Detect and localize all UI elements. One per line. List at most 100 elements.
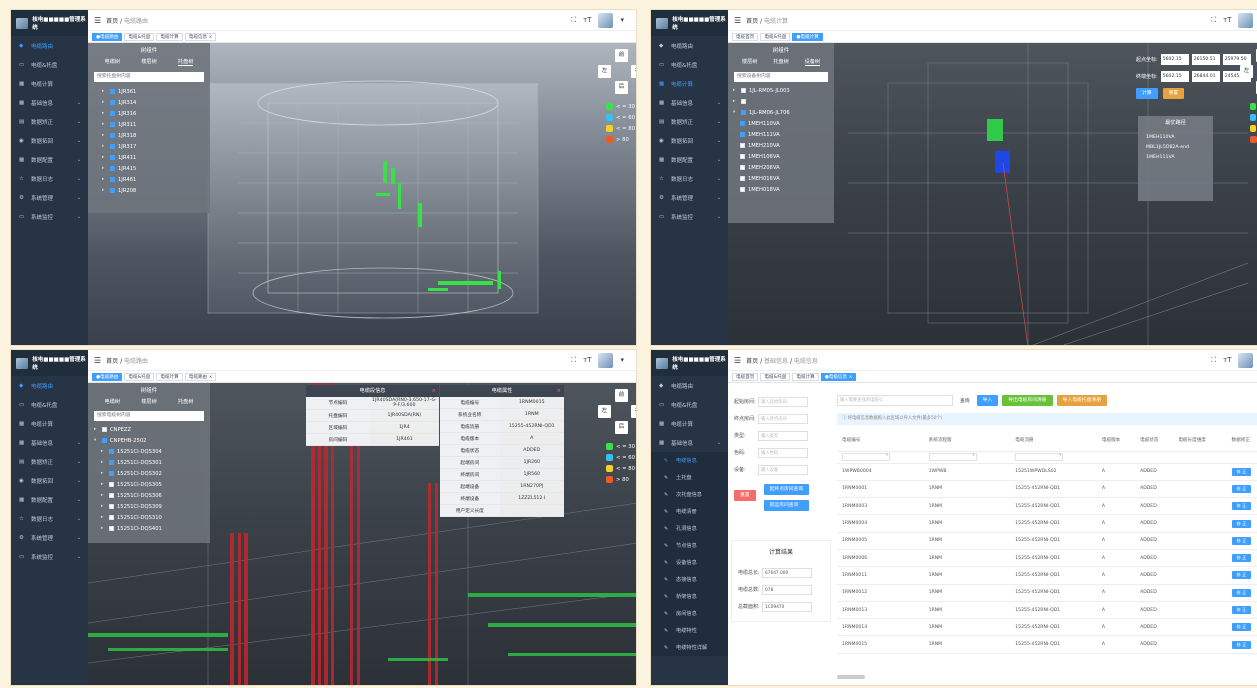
- view-back-button[interactable]: 后: [615, 421, 628, 434]
- reset-button[interactable]: 重置: [1162, 88, 1185, 99]
- tree-node[interactable]: ▸ 15251CI-DQS401: [101, 523, 210, 534]
- nav-item[interactable]: ▦ 数据配置 ⌄: [11, 490, 88, 509]
- nav-item[interactable]: ◉ 数据拓回 ⌄: [651, 131, 728, 150]
- nav-item[interactable]: ☆ 数据日志 ⌄: [11, 509, 88, 528]
- correct-button[interactable]: 修 正: [1231, 588, 1252, 597]
- tree-node[interactable]: ▸ 1JR415: [102, 163, 210, 174]
- expand-arrow-icon[interactable]: ▸: [102, 177, 107, 182]
- checkbox[interactable]: [110, 100, 115, 105]
- hamburger-icon[interactable]: ☰: [734, 16, 741, 25]
- nav-item[interactable]: ☆ 数据日志 ⌄: [651, 169, 728, 188]
- tab-floor-tree[interactable]: 楼层树: [141, 398, 157, 405]
- calculate-button[interactable]: 计算: [1136, 88, 1158, 99]
- expand-arrow-icon[interactable]: ▸: [101, 449, 106, 454]
- tab-tray-tree[interactable]: 托盘树: [178, 398, 194, 405]
- nav-item[interactable]: ▦ 数据配置 ⌄: [651, 150, 728, 169]
- tree-node[interactable]: 1MEH106VA: [740, 151, 834, 162]
- start-x-input[interactable]: 5602.15: [1160, 54, 1189, 65]
- fullscreen-icon[interactable]: ⛶: [571, 356, 576, 365]
- export-room-list-button[interactable]: 导出电缆房间清册: [1002, 395, 1053, 406]
- nav-sub-item[interactable]: ✎ 土托盘: [651, 469, 728, 486]
- tree-node[interactable]: 1MEH210VA: [740, 140, 834, 151]
- nav-item[interactable]: ☆ 数据日志 ⌄: [11, 169, 88, 188]
- checkbox[interactable]: [740, 132, 745, 137]
- collapse-arrow-icon[interactable]: ▾: [733, 110, 738, 115]
- checkbox[interactable]: [109, 493, 114, 498]
- tree-search-input[interactable]: 搜索设备树内容: [734, 72, 828, 82]
- view-left-button[interactable]: 左: [598, 65, 611, 78]
- table-row[interactable]: 1RNM0005 1RNM 15255-452RNI-QD1 A ADDED 修 正: [837, 532, 1257, 550]
- nav-item[interactable]: ▭ 系统监控 ⌄: [11, 207, 88, 226]
- nav-sub-item[interactable]: ✎ 电缆信息: [651, 452, 728, 469]
- tab-floor-tree[interactable]: 楼层树: [742, 58, 758, 66]
- fullscreen-icon[interactable]: ⛶: [1211, 16, 1216, 25]
- tree-node[interactable]: 1MEH111VA: [740, 129, 834, 140]
- breadcrumb-home[interactable]: 首页: [746, 358, 758, 365]
- tree-node[interactable]: ▸ 15251CI-DQS305: [101, 479, 210, 490]
- expand-arrow-icon[interactable]: ▸: [101, 526, 106, 531]
- nav-item[interactable]: ◆ 电缆路由: [11, 36, 88, 55]
- nav-sub-item[interactable]: ✎ 次托盘信息: [651, 486, 728, 503]
- nav-item[interactable]: ◆ 电缆路由: [11, 376, 88, 395]
- collapse-arrow-icon[interactable]: ▾: [94, 438, 99, 443]
- tag-tab[interactable]: 电缆&托盘: [124, 32, 155, 41]
- tree-search-input[interactable]: 搜索托盘树内容: [94, 72, 204, 82]
- import-tray-list-button[interactable]: 导入电缆托盘清册: [1056, 395, 1107, 406]
- tree-node[interactable]: ▸ 15251CI-DQS309: [101, 501, 210, 512]
- column-header[interactable]: 数据修正: [1226, 429, 1257, 452]
- tag-tab[interactable]: ●电缆路由: [92, 32, 123, 41]
- tree-node[interactable]: ▸ 1JR411: [102, 152, 210, 163]
- tab-cable-tree[interactable]: 电缆树: [105, 58, 121, 66]
- table-row[interactable]: 1WPWB0004 1WPWB 15251WPWDLS02 A ADDED 修 正: [837, 463, 1257, 481]
- nav-item[interactable]: ⚙ 系统管理 ⌄: [11, 188, 88, 207]
- expand-arrow-icon[interactable]: ▸: [102, 155, 107, 160]
- tree-node[interactable]: ▸ 15251CI-DQS302: [101, 468, 210, 479]
- tag-tab[interactable]: 电缆&托盘: [760, 372, 791, 381]
- avatar[interactable]: [598, 12, 614, 28]
- upload-hint[interactable]: ⓘ 将电缆信息数据拖入此区域以导入文件(最多50个): [837, 413, 1257, 425]
- nav-sub-item[interactable]: ✎ 房间信息: [651, 605, 728, 622]
- fullscreen-icon[interactable]: ⛶: [571, 16, 576, 25]
- tab-cable-tree[interactable]: 电缆树: [105, 398, 121, 405]
- correct-button[interactable]: 修 正: [1231, 502, 1252, 511]
- tag-tab[interactable]: ●电缆信息 ×: [820, 372, 857, 381]
- avatar[interactable]: [598, 352, 614, 368]
- nav-item[interactable]: ◉ 数据拓回 ⌄: [11, 131, 88, 150]
- nav-item[interactable]: ▦ 电缆计算: [11, 74, 88, 93]
- tag-tab[interactable]: 电缆信息 ×: [184, 32, 217, 41]
- tree-search-input[interactable]: 搜索电缆树内容: [94, 411, 204, 421]
- form-input[interactable]: 输入起始房间: [758, 396, 808, 407]
- column-filter-select[interactable]: [842, 452, 890, 461]
- checkbox[interactable]: [109, 449, 114, 454]
- nav-item[interactable]: ▭ 电缆&托盘: [11, 55, 88, 74]
- nav-item[interactable]: ▦ 基础信息 ⌄: [11, 93, 88, 112]
- column-header[interactable]: 系统流程版: [923, 429, 1011, 452]
- checkbox[interactable]: [110, 188, 115, 193]
- column-header[interactable]: 电缆编号: [837, 429, 924, 452]
- column-filter-select[interactable]: [1015, 452, 1064, 461]
- checkbox[interactable]: [740, 176, 745, 181]
- breadcrumb-home[interactable]: 首页: [106, 18, 118, 25]
- tree-group[interactable]: ▸: [733, 96, 834, 107]
- nav-item[interactable]: ▦ 基础信息 ⌄: [651, 93, 728, 112]
- breadcrumb-parent[interactable]: 基础信息: [764, 358, 788, 365]
- nav-sub-item[interactable]: ✎ 桥架信息: [651, 588, 728, 605]
- checkbox[interactable]: [110, 155, 115, 160]
- breadcrumb-home[interactable]: 首页: [106, 358, 118, 365]
- column-filter-select[interactable]: [928, 452, 977, 461]
- checkbox[interactable]: [110, 122, 115, 127]
- reset-button[interactable]: 重置: [734, 490, 756, 501]
- user-caret-icon[interactable]: ▾: [620, 16, 624, 24]
- close-icon[interactable]: ×: [557, 385, 561, 397]
- tag-tab[interactable]: 电缆首页: [732, 32, 759, 41]
- avatar[interactable]: [1238, 352, 1254, 368]
- column-header[interactable]: 电缆状态: [1135, 429, 1174, 452]
- tree-node[interactable]: 1MEH110VA: [740, 118, 834, 129]
- start-y-input[interactable]: 26150.51: [1191, 54, 1220, 65]
- expand-arrow-icon[interactable]: ▸: [101, 482, 106, 487]
- nav-item[interactable]: ▭ 系统监控 ⌄: [11, 547, 88, 566]
- table-row[interactable]: 1RNM0014 1RNM 15255-452RNI-QD1 A ADDED 修 正: [837, 618, 1257, 637]
- tree-node[interactable]: ▸ 1JR314: [102, 97, 210, 108]
- tree-group[interactable]: ▾ 1JL-RM06-JL706: [733, 107, 834, 118]
- tag-tab[interactable]: 电缆计算: [792, 372, 819, 381]
